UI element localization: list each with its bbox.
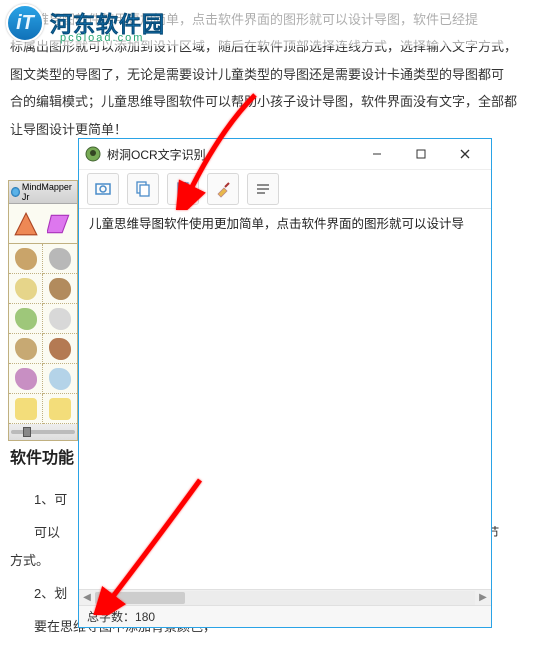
scroll-track[interactable] [95, 591, 475, 605]
paragraph-icon [254, 180, 272, 198]
clear-button[interactable] [207, 173, 239, 205]
palette-item[interactable] [43, 334, 77, 364]
maximize-icon [416, 149, 426, 159]
status-label: 总字数： [87, 608, 135, 625]
palette-item[interactable] [9, 304, 43, 334]
palette-item[interactable] [43, 274, 77, 304]
article-line: 图文类型的导图了，无论是需要设计儿童类型的导图还是需要设计卡通类型的导图都可 [10, 63, 554, 86]
scroll-thumb[interactable] [95, 592, 185, 604]
palette-item[interactable] [43, 244, 77, 274]
palette-item[interactable] [43, 364, 77, 394]
copy-icon [134, 180, 152, 198]
brush-icon [214, 180, 232, 198]
article-line: 合的编辑模式；儿童思维导图软件可以帮助小孩子设计导图，软件界面没有文字，全部都 [10, 90, 554, 113]
palette-title-text: MindMapper Jr [22, 182, 75, 202]
palette-item[interactable] [9, 394, 43, 424]
site-header: iT 河东软件园 pc6load.com [0, 0, 554, 46]
maximize-button[interactable] [401, 142, 441, 166]
toolbar [79, 169, 491, 209]
paste-button[interactable] [167, 173, 199, 205]
palette-item[interactable] [9, 244, 43, 274]
scroll-left-icon[interactable]: ◀ [79, 591, 95, 605]
shape-palette: MindMapper Jr [8, 180, 78, 441]
palette-app-icon [11, 187, 20, 197]
wrap-button[interactable] [247, 173, 279, 205]
ocr-text-area[interactable]: 儿童思维导图软件使用更加简单，点击软件界面的图形就可以设计导 [79, 209, 491, 589]
window-title: 树洞OCR文字识别 [107, 146, 357, 163]
capture-icon [94, 180, 112, 198]
window-titlebar: 树洞OCR文字识别 [79, 139, 491, 169]
palette-item[interactable] [43, 394, 77, 424]
minimize-icon [372, 149, 382, 159]
paste-icon [174, 180, 192, 198]
ocr-window: 树洞OCR文字识别 儿童思维导图软件使用更加简 [78, 138, 492, 628]
palette-titlebar: MindMapper Jr [9, 181, 77, 204]
status-bar: 总字数：180 [79, 605, 491, 627]
close-icon [460, 149, 470, 159]
palette-zoom-slider[interactable] [9, 424, 77, 440]
close-button[interactable] [445, 142, 485, 166]
palette-grid [9, 244, 77, 424]
site-subtitle: pc6load.com [60, 32, 144, 44]
site-logo-icon: iT [6, 4, 44, 42]
status-count: 180 [135, 610, 155, 624]
capture-button[interactable] [87, 173, 119, 205]
app-icon [85, 146, 101, 162]
palette-item[interactable] [9, 334, 43, 364]
scroll-right-icon[interactable]: ▶ [475, 591, 491, 605]
palette-item[interactable] [43, 304, 77, 334]
horizontal-scrollbar[interactable]: ◀ ▶ [79, 589, 491, 605]
palette-item[interactable] [9, 274, 43, 304]
minimize-button[interactable] [357, 142, 397, 166]
palette-tab-shapes[interactable] [9, 204, 43, 243]
palette-item[interactable] [9, 364, 43, 394]
palette-tab-clipart[interactable] [43, 204, 77, 243]
copy-button[interactable] [127, 173, 159, 205]
